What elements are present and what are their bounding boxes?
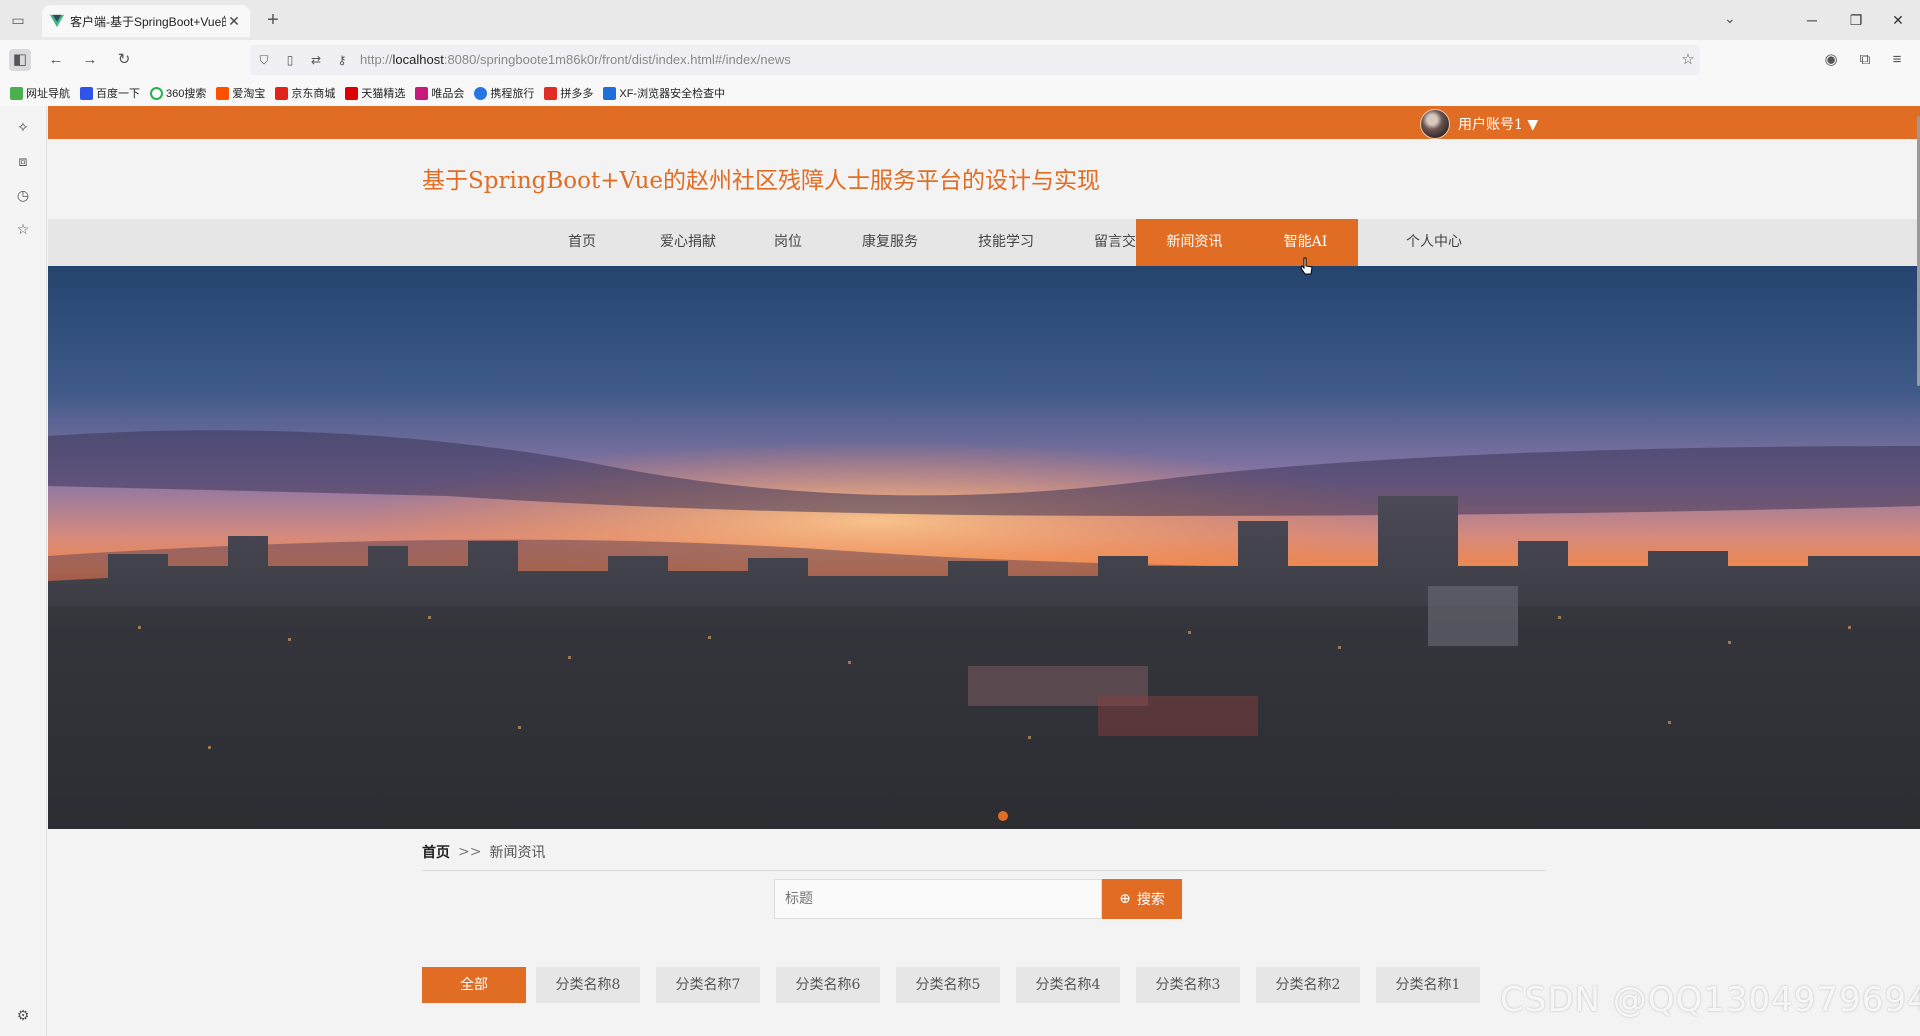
ctrip-icon [474, 86, 488, 100]
extensions-icon[interactable]: ⧉ [1854, 49, 1876, 71]
nav-item-news[interactable]: 新闻资讯 [1136, 219, 1253, 266]
reload-icon[interactable]: ↻ [113, 49, 135, 71]
page-icon[interactable]: ▯ [282, 52, 298, 68]
category-tab[interactable]: 分类名称6 [776, 967, 880, 1003]
category-all[interactable]: 全部 [422, 967, 526, 1003]
url-text[interactable]: http://localhost:8080/springboote1m86k0r… [360, 52, 791, 67]
category-tab[interactable]: 分类名称1 [1376, 967, 1480, 1003]
nav-item-rehab[interactable]: 康复服务 [832, 219, 948, 266]
top-bar: 用户账号1 ▼ [48, 106, 1920, 139]
bookmark-item[interactable]: 百度一下 [80, 85, 140, 101]
category-tab[interactable]: 分类名称2 [1256, 967, 1360, 1003]
pointer-cursor-icon [1300, 257, 1313, 275]
browser-tab-bar: ▭ 客户端-基于SpringBoot+Vue的 ✕ + ⌄ ─ ❐ ✕ [0, 0, 1920, 40]
permissions-icon[interactable]: ⇄ [308, 52, 324, 68]
category-tab[interactable]: 分类名称5 [896, 967, 1000, 1003]
web-page: 用户账号1 ▼ 基于SpringBoot+Vue的赵州社区残障人士服务平台的设计… [48, 106, 1920, 1036]
bookmark-item[interactable]: 爱淘宝 [216, 85, 265, 101]
bookmark-item[interactable]: 天猫精选 [345, 85, 405, 101]
back-icon[interactable]: ← [45, 49, 67, 71]
city-skyline-image [48, 266, 1920, 829]
new-tab-button[interactable]: + [262, 9, 284, 31]
nav-item-profile[interactable]: 个人中心 [1378, 219, 1490, 266]
bookmark-star-icon[interactable]: ☆ [1680, 52, 1696, 68]
title-search-input[interactable] [774, 879, 1102, 919]
nav-item-skills[interactable]: 技能学习 [948, 219, 1064, 266]
search-icon: ⊕ [1119, 891, 1131, 907]
forward-icon[interactable]: → [79, 49, 101, 71]
ai-sparkle-icon[interactable]: ✧ [14, 118, 32, 136]
bookmark-item[interactable]: 携程旅行 [474, 85, 534, 101]
carousel-indicator[interactable] [998, 811, 1008, 821]
browser-toolbar: ◧ ← → ↻ ⛉ ▯ ⇄ ⚷ http://localhost:8080/sp… [0, 40, 1920, 80]
shield-icon[interactable]: ⛉ [256, 52, 272, 68]
category-tab[interactable]: 分类名称3 [1136, 967, 1240, 1003]
minimize-button[interactable]: ─ [1800, 8, 1824, 32]
browser-tab[interactable]: 客户端-基于SpringBoot+Vue的 ✕ [42, 5, 250, 37]
account-icon[interactable]: ◉ [1820, 49, 1842, 71]
favorites-icon[interactable]: ☆ [14, 220, 32, 238]
xf-icon [603, 86, 617, 100]
jd-icon [275, 86, 289, 100]
menu-icon[interactable]: ≡ [1886, 49, 1908, 71]
tab-close-icon[interactable]: ✕ [226, 13, 242, 30]
bookmark-item[interactable]: 网址导航 [10, 85, 70, 101]
nav-site-icon [10, 86, 23, 100]
taobao-icon [216, 86, 230, 100]
key-icon[interactable]: ⚷ [334, 52, 350, 68]
banner-carousel[interactable] [48, 266, 1920, 829]
close-window-button[interactable]: ✕ [1886, 8, 1910, 32]
baidu-icon [80, 86, 93, 100]
vip-icon [415, 86, 429, 100]
history-icon[interactable]: ◷ [14, 186, 32, 204]
settings-gear-icon[interactable]: ⚙ [14, 1006, 32, 1024]
collections-icon[interactable]: ⧈ [14, 152, 32, 170]
bookmark-item[interactable]: 唯品会 [415, 85, 464, 101]
bookmark-item[interactable]: 360搜索 [150, 85, 206, 101]
search-360-icon [150, 86, 163, 100]
browser-sidebar: ✧ ⧈ ◷ ☆ ⚙ [0, 106, 47, 1036]
tab-title: 客户端-基于SpringBoot+Vue的 [70, 14, 226, 29]
avatar[interactable] [1420, 109, 1450, 139]
site-title: 基于SpringBoot+Vue的赵州社区残障人士服务平台的设计与实现 [422, 168, 1101, 194]
pinduoduo-icon [544, 86, 558, 100]
address-bar[interactable]: ⛉ ▯ ⇄ ⚷ http://localhost:8080/springboot… [250, 45, 1700, 75]
csdn-watermark: CSDN @QQ1304979694 [1500, 980, 1920, 1020]
nav-item-jobs[interactable]: 岗位 [744, 219, 832, 266]
main-nav: 首页 爱心捐献 岗位 康复服务 技能学习 留言交流 新闻资讯 智能AI 个人中心 [48, 219, 1920, 266]
tabs-dropdown-icon[interactable]: ⌄ [1724, 10, 1736, 27]
nav-item-donation[interactable]: 爱心捐献 [632, 219, 744, 266]
user-account-label[interactable]: 用户账号1 ▼ [1458, 114, 1538, 134]
breadcrumb-home[interactable]: 首页 [422, 842, 450, 862]
user-menu[interactable]: 用户账号1 ▼ [1420, 109, 1538, 139]
search-button-label: 搜索 [1136, 892, 1165, 908]
category-tab[interactable]: 分类名称7 [656, 967, 760, 1003]
sidebar-toggle-icon[interactable]: ◧ [9, 49, 31, 71]
bookmark-item[interactable]: 京东商城 [275, 85, 335, 101]
tmall-icon [345, 86, 359, 100]
category-tab[interactable]: 分类名称8 [536, 967, 640, 1003]
tab-list-icon[interactable]: ▭ [8, 10, 28, 30]
bookmark-item[interactable]: XF-浏览器安全检查中 [603, 85, 725, 101]
search-button[interactable]: ⊕ 搜索 [1102, 879, 1182, 919]
category-tab[interactable]: 分类名称4 [1016, 967, 1120, 1003]
nav-item-home[interactable]: 首页 [532, 219, 632, 266]
bookmarks-bar: 网址导航 百度一下 360搜索 爱淘宝 京东商城 天猫精选 唯品会 携程旅行 拼… [0, 80, 1920, 106]
bookmark-item[interactable]: 拼多多 [544, 85, 593, 101]
breadcrumb: 首页 >> 新闻资讯 [422, 842, 545, 862]
divider [422, 870, 1546, 871]
breadcrumb-current: 新闻资讯 [489, 845, 546, 861]
breadcrumb-separator: >> [458, 844, 482, 860]
vue-favicon-icon [50, 14, 64, 28]
restore-button[interactable]: ❐ [1844, 8, 1868, 32]
